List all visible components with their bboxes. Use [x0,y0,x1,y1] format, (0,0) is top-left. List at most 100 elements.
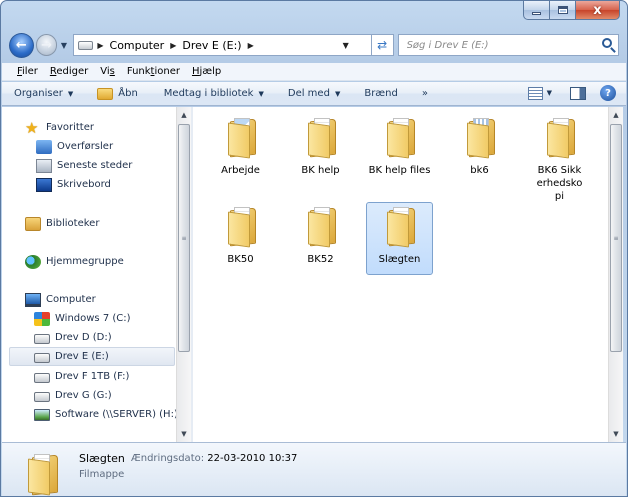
nav-downloads[interactable]: Overførsler [36,137,113,156]
address-dropdown-icon[interactable]: ▼ [343,41,349,50]
chevron-down-icon: ▼ [334,89,341,98]
drive-icon [34,334,50,344]
folder-icon [304,207,338,248]
menu-rediger[interactable]: Rediger [50,66,88,77]
folder-bk50[interactable]: BK50 [207,202,274,267]
forward-button[interactable]: → [35,34,58,56]
nav-drive-h[interactable]: Software (\\SERVER) (H:) [34,405,177,424]
menu-filer[interactable]: Filer [17,66,38,77]
explorer-window: x ← → ▼ ▶ Computer ▶ Drev E (E:) ▶ ▼ ⇄ F… [0,0,628,497]
scroll-down-icon[interactable]: ▼ [177,426,191,442]
nav-drive-f[interactable]: Drev F 1TB (F:) [34,367,129,386]
open-button[interactable]: Åbn [97,87,138,100]
folder-icon [304,118,338,159]
chevron-right-icon[interactable]: ▶ [97,41,103,50]
file-name: BK help files [368,165,431,176]
refresh-icon: ⇄ [377,38,388,52]
file-name: Slægten [378,254,421,265]
file-name: BK50 [227,254,254,265]
content-scroll-thumb[interactable]: ≡ [610,124,622,352]
folder-arbejde[interactable]: Arbejde [207,113,274,178]
content-scrollbar[interactable]: ▲ ≡ ▼ [608,107,623,442]
nav-homegroup[interactable]: Hjemmegruppe [25,252,124,271]
file-name: BK52 [307,254,334,265]
search-icon[interactable] [602,38,612,48]
folder-icon [224,207,258,248]
maximize-button[interactable] [550,1,576,20]
nav-drive-d[interactable]: Drev D (D:) [34,328,112,347]
nav-desktop[interactable]: Skrivebord [36,175,111,194]
scroll-up-icon[interactable]: ▲ [609,107,623,123]
share-with-button[interactable]: Del med ▼ [288,88,340,99]
address-row: ← → ▼ ▶ Computer ▶ Drev E (E:) ▶ ▼ ⇄ [9,31,619,59]
caption-buttons: x [523,1,620,21]
change-view-icon[interactable] [527,86,543,100]
file-list: Arbejde BK help BK help files bk6 BK6 Si… [193,107,608,442]
include-in-library-button[interactable]: Medtag i bibliotek ▼ [164,88,264,99]
chevron-down-icon[interactable]: ▼ [547,89,552,97]
search-box[interactable] [397,34,619,56]
organize-button[interactable]: Organiser ▼ [14,88,73,99]
address-bar[interactable]: ▶ Computer ▶ Drev E (E:) ▶ ▼ [73,34,372,56]
file-name: bk6 [470,165,489,176]
open-folder-icon [97,87,114,100]
search-input[interactable] [406,39,597,51]
minimize-button[interactable] [523,1,550,20]
chevron-right-icon[interactable]: ▶ [248,41,254,50]
breadcrumb: ▶ Computer ▶ Drev E (E:) ▶ [97,39,259,52]
menu-hjaelp[interactable]: Hjælp [192,66,221,77]
nav-drive-e[interactable]: Drev E (E:) [9,347,175,366]
nav-recent-places[interactable]: Seneste steder [36,156,132,175]
drive-icon [34,373,50,383]
scroll-down-icon[interactable]: ▼ [609,426,623,442]
chevron-down-icon: ▼ [258,89,264,98]
breadcrumb-drive-e[interactable]: Drev E (E:) [182,39,241,52]
command-bar: Organiser ▼ Åbn Medtag i bibliotek ▼ Del m… [2,82,626,106]
more-commands-button[interactable]: » [422,88,428,99]
folder-bk6-sikkerhedskopi[interactable]: BK6 Sikkerhedskopi [526,113,593,204]
folder-icon [463,118,497,159]
nav-libraries[interactable]: Biblioteker [25,214,99,233]
nav-favorites[interactable]: ★ Favoritter [25,118,94,137]
folder-icon [543,118,577,159]
nav-drive-c[interactable]: Windows 7 (C:) [34,309,131,328]
scroll-up-icon[interactable]: ▲ [177,107,191,123]
help-icon[interactable]: ? [600,85,616,101]
nav-drive-g[interactable]: Drev G (G:) [34,386,112,405]
folder-bk6[interactable]: bk6 [446,113,513,178]
close-button[interactable]: x [576,1,620,20]
chevron-down-icon: ▼ [67,89,74,98]
folder-icon [383,207,417,248]
minimize-icon [532,11,541,15]
file-name: BK help [301,165,340,176]
drive-icon [34,392,50,402]
navpane-scroll-thumb[interactable]: ≡ [178,124,190,352]
recent-pages-dropdown[interactable]: ▼ [58,41,69,50]
back-button[interactable]: ← [9,32,34,58]
folder-icon [24,454,62,496]
windows-drive-icon [34,311,50,326]
preview-pane-icon[interactable] [570,86,586,100]
menu-funktioner[interactable]: Funktioner [127,66,180,77]
file-name: BK6 Sikkerhedskopi [536,165,583,202]
folder-icon [383,118,417,159]
folder-slaegten[interactable]: Slægten [366,202,433,275]
folder-bk-help-files[interactable]: BK help files [366,113,433,178]
burn-button[interactable]: Brænd [364,88,397,99]
navpane-scrollbar[interactable]: ▲ ≡ ▼ [176,107,191,442]
close-icon: x [593,2,602,18]
breadcrumb-computer[interactable]: Computer [110,39,165,52]
menu-bar: Filer Rediger Vis Funktioner Hjælp [2,63,626,81]
folder-bk-help[interactable]: BK help [287,113,354,178]
chevron-right-icon[interactable]: ▶ [170,41,176,50]
refresh-button[interactable]: ⇄ [371,34,394,56]
computer-icon [25,292,41,307]
details-pane: Slægten Ændringsdato: 22-03-2010 10:37 F… [2,442,626,496]
nav-computer[interactable]: Computer [25,290,96,309]
folder-bk52[interactable]: BK52 [287,202,354,267]
menu-vis[interactable]: Vis [100,66,115,77]
details-item-name: Slægten [79,452,125,465]
drive-icon [34,353,50,363]
drive-icon [78,40,94,50]
downloads-icon [36,139,52,154]
